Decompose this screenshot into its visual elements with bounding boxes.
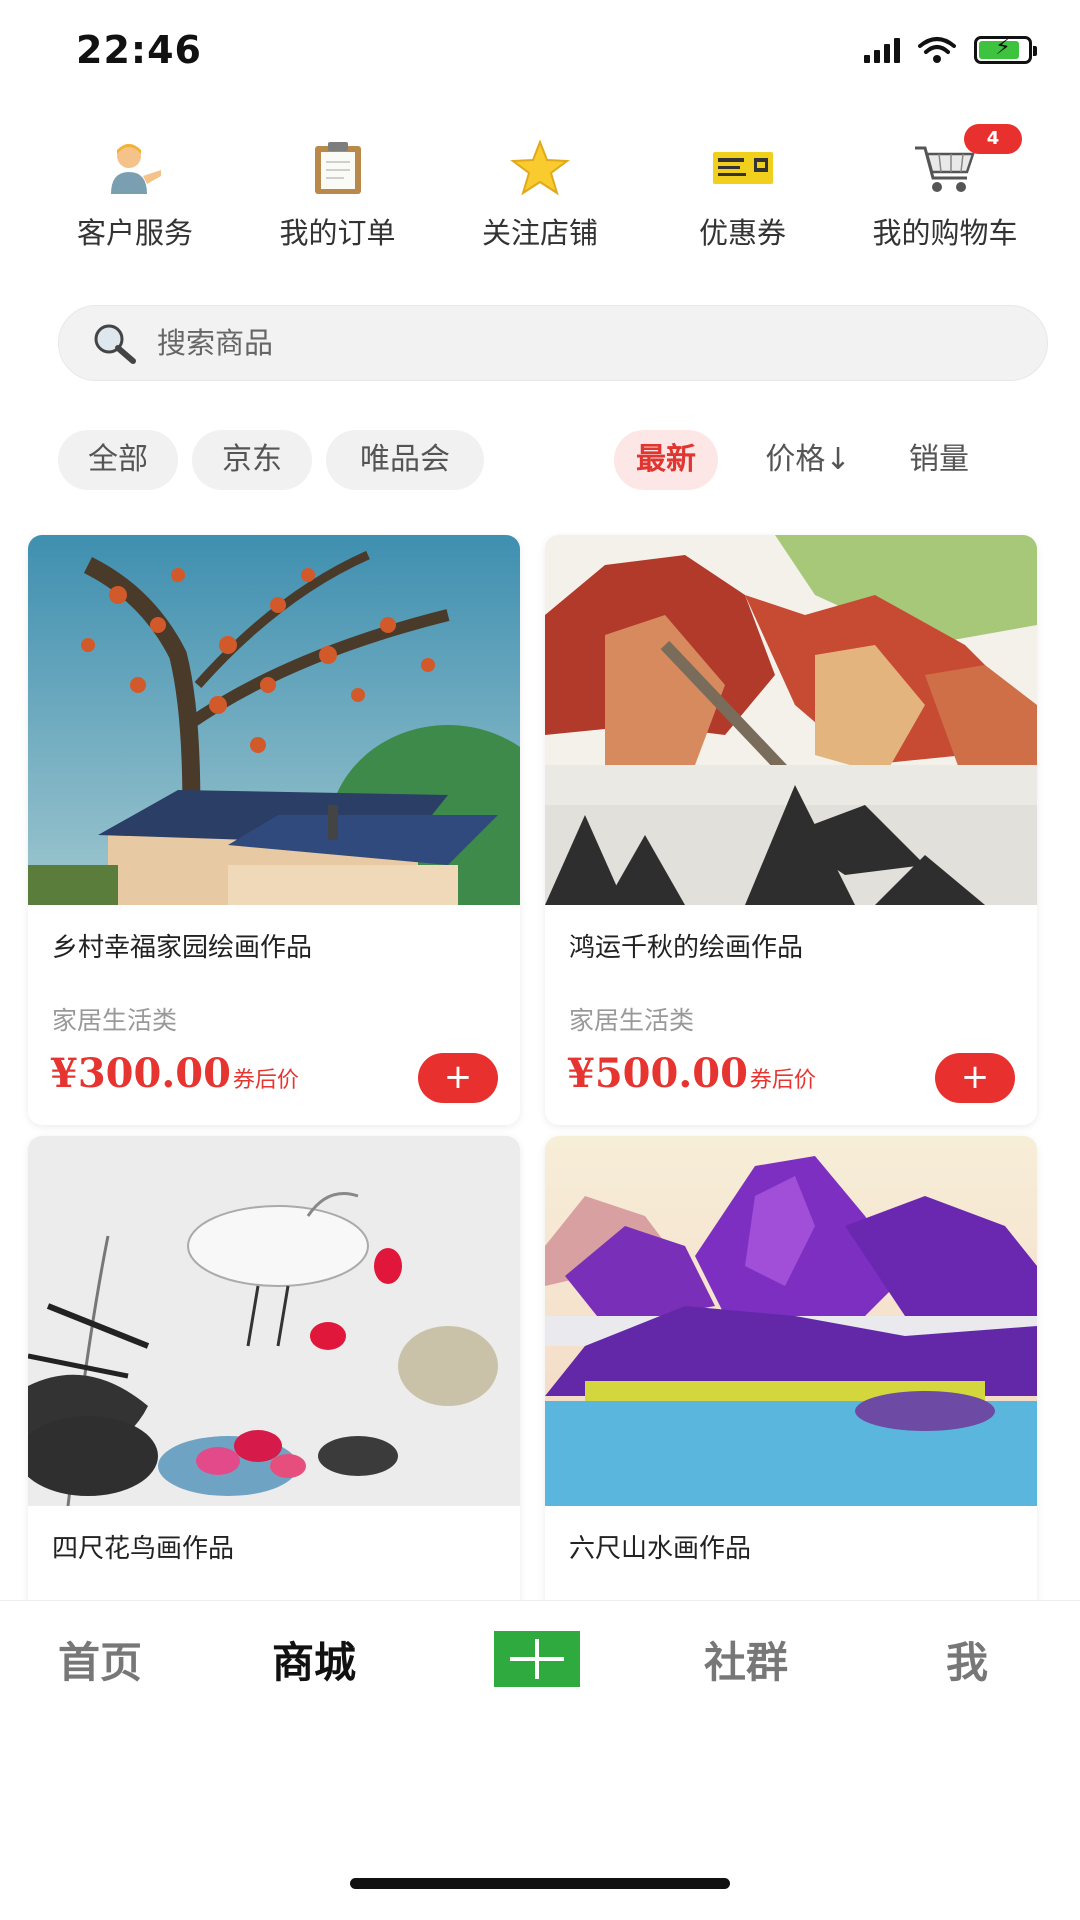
- product-card[interactable]: 四尺花鸟画作品: [28, 1136, 520, 1616]
- tab-mall[interactable]: 商城: [272, 1629, 356, 1690]
- product-name: 六尺山水画作品: [569, 1534, 752, 1564]
- search-input[interactable]: [155, 325, 959, 361]
- product-image[interactable]: [545, 1136, 1037, 1506]
- status-bar: 22:46 ⚡: [0, 0, 1080, 110]
- clipboard-icon: [306, 140, 370, 196]
- price-value: ¥300.00: [50, 1050, 231, 1097]
- price-suffix: 券后价: [232, 1068, 299, 1093]
- product-name: 四尺花鸟画作品: [52, 1534, 235, 1564]
- filter-chip-jd[interactable]: 京东: [192, 430, 312, 490]
- coupon-icon: [711, 140, 775, 196]
- quick-label: 客户服务: [76, 216, 193, 250]
- tab-home[interactable]: 首页: [58, 1629, 142, 1690]
- quick-menu: 客户服务 我的订单 关注店铺 优惠券 4 我的购物车: [40, 124, 1040, 252]
- product-image[interactable]: [28, 1136, 520, 1506]
- product-price: ¥500.00券后价: [567, 1050, 816, 1097]
- coupon-button[interactable]: 优惠券: [648, 140, 838, 252]
- my-orders-button[interactable]: 我的订单: [243, 140, 433, 252]
- star-icon: [508, 140, 572, 196]
- add-to-cart-button[interactable]: +: [935, 1053, 1015, 1103]
- filter-bar: 全部 京东 唯品会 最新 价格↓ 销量: [58, 430, 1048, 492]
- signal-icon: [864, 37, 900, 63]
- product-card[interactable]: 乡村幸福家园绘画作品 家居生活类 ¥300.00券后价 +: [28, 535, 520, 1125]
- battery-icon: ⚡: [974, 35, 1037, 64]
- sort-price[interactable]: 价格↓: [748, 430, 868, 490]
- home-indicator[interactable]: [350, 1878, 730, 1889]
- product-image[interactable]: [28, 535, 520, 905]
- product-category: 家居生活类: [52, 1006, 178, 1035]
- product-name: 乡村幸福家园绘画作品: [52, 933, 313, 963]
- wifi-icon: [918, 37, 956, 63]
- price-suffix: 券后价: [749, 1068, 816, 1093]
- bottom-tab-bar: 首页 商城 社群 我: [0, 1600, 1080, 1731]
- tab-me[interactable]: 我: [946, 1629, 988, 1690]
- status-icons: ⚡: [864, 35, 1037, 64]
- product-category: 家居生活类: [569, 1006, 695, 1035]
- filter-chip-all[interactable]: 全部: [58, 430, 178, 490]
- search-icon: [94, 324, 136, 364]
- product-image[interactable]: [545, 535, 1037, 905]
- plus-icon[interactable]: [494, 1631, 580, 1687]
- filter-chip-vip[interactable]: 唯品会: [326, 430, 484, 490]
- quick-label: 我的购物车: [872, 216, 1018, 250]
- customer-service-button[interactable]: 客户服务: [40, 140, 230, 252]
- product-card[interactable]: 六尺山水画作品: [545, 1136, 1037, 1616]
- quick-label: 我的订单: [279, 216, 396, 250]
- search-bar[interactable]: [58, 305, 1048, 381]
- product-name: 鸿运千秋的绘画作品: [569, 933, 804, 963]
- mall-screen: 22:46 ⚡ 客户服务 我的订单 关注店铺 优惠券 4 我的购物车 搜索商品 …: [0, 0, 1080, 1920]
- product-card[interactable]: 鸿运千秋的绘画作品 家居生活类 ¥500.00券后价 +: [545, 535, 1037, 1125]
- cart-count-badge: 4: [964, 124, 1022, 154]
- status-time: 22:46: [76, 28, 202, 72]
- follow-shop-button[interactable]: 关注店铺: [445, 140, 635, 252]
- customer-service-icon: [103, 140, 167, 196]
- sort-newest[interactable]: 最新: [614, 430, 718, 490]
- tab-community[interactable]: 社群: [704, 1629, 788, 1690]
- quick-label: 关注店铺: [481, 216, 598, 250]
- add-to-cart-button[interactable]: +: [418, 1053, 498, 1103]
- product-price: ¥300.00券后价: [50, 1050, 299, 1097]
- price-value: ¥500.00: [567, 1050, 748, 1097]
- sort-sales[interactable]: 销量: [894, 430, 984, 490]
- my-cart-button[interactable]: 4 我的购物车: [850, 124, 1040, 252]
- quick-label: 优惠券: [698, 216, 786, 250]
